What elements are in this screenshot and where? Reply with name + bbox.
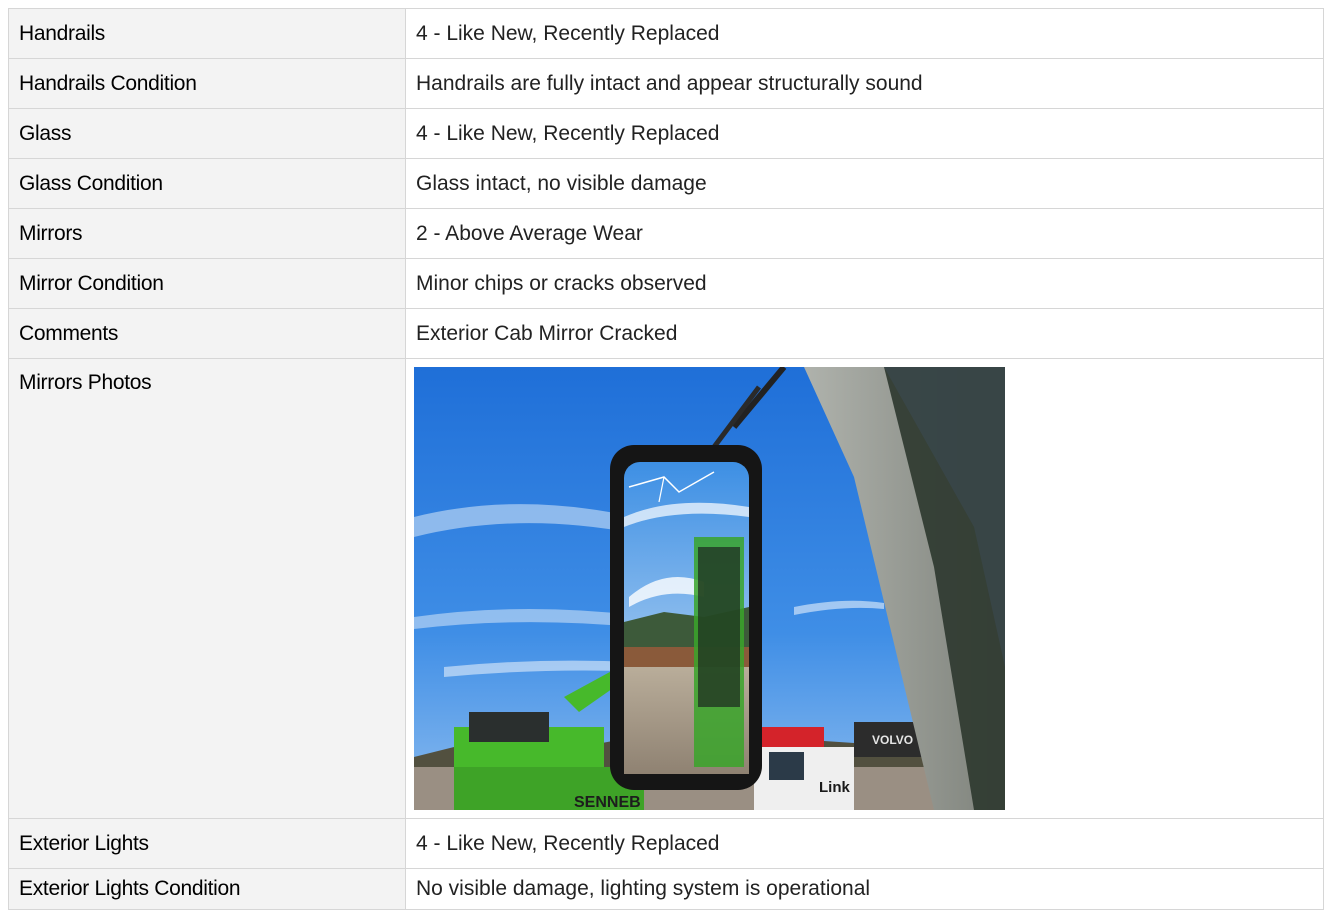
row-label: Mirror Condition	[8, 258, 406, 309]
row-value: 4 - Like New, Recently Replaced	[405, 8, 1324, 59]
inspection-table: Handrails 4 - Like New, Recently Replace…	[8, 8, 1324, 910]
mirror-photo-image: SENNEB Link VOLVO	[414, 367, 1005, 810]
table-row: Exterior Lights 4 - Like New, Recently R…	[8, 818, 1324, 869]
row-value: Handrails are fully intact and appear st…	[405, 58, 1324, 109]
table-row: Handrails Condition Handrails are fully …	[8, 58, 1324, 109]
side-mirror	[610, 445, 762, 790]
machine-brand-text: SENNEB	[574, 794, 641, 810]
mirror-photo[interactable]: SENNEB Link VOLVO	[414, 367, 1005, 810]
row-label: Exterior Lights Condition	[8, 868, 406, 910]
row-value: Minor chips or cracks observed	[405, 258, 1324, 309]
row-value: No visible damage, lighting system is op…	[405, 868, 1324, 910]
row-label: Mirrors	[8, 208, 406, 259]
row-label: Glass	[8, 108, 406, 159]
table-row: Glass 4 - Like New, Recently Replaced	[8, 108, 1324, 159]
table-row: Comments Exterior Cab Mirror Cracked	[8, 308, 1324, 359]
photos-row: Mirrors Photos SENNEB Link VOLVO	[8, 358, 1324, 819]
table-row: Glass Condition Glass intact, no visible…	[8, 158, 1324, 209]
row-value: 2 - Above Average Wear	[405, 208, 1324, 259]
row-label: Handrails Condition	[8, 58, 406, 109]
row-label: Exterior Lights	[8, 818, 406, 869]
volvo-text: VOLVO	[872, 733, 913, 747]
row-value: Exterior Cab Mirror Cracked	[405, 308, 1324, 359]
row-value: 4 - Like New, Recently Replaced	[405, 108, 1324, 159]
row-label: Handrails	[8, 8, 406, 59]
photos-label: Mirrors Photos	[8, 358, 406, 819]
table-row: Mirrors 2 - Above Average Wear	[8, 208, 1324, 259]
row-value: Glass intact, no visible damage	[405, 158, 1324, 209]
table-row: Exterior Lights Condition No visible dam…	[8, 868, 1324, 910]
table-row: Mirror Condition Minor chips or cracks o…	[8, 258, 1324, 309]
row-label: Comments	[8, 308, 406, 359]
photos-cell: SENNEB Link VOLVO	[405, 358, 1324, 819]
row-label: Glass Condition	[8, 158, 406, 209]
row-value: 4 - Like New, Recently Replaced	[405, 818, 1324, 869]
truck-text: Link	[819, 779, 850, 796]
table-row: Handrails 4 - Like New, Recently Replace…	[8, 8, 1324, 59]
